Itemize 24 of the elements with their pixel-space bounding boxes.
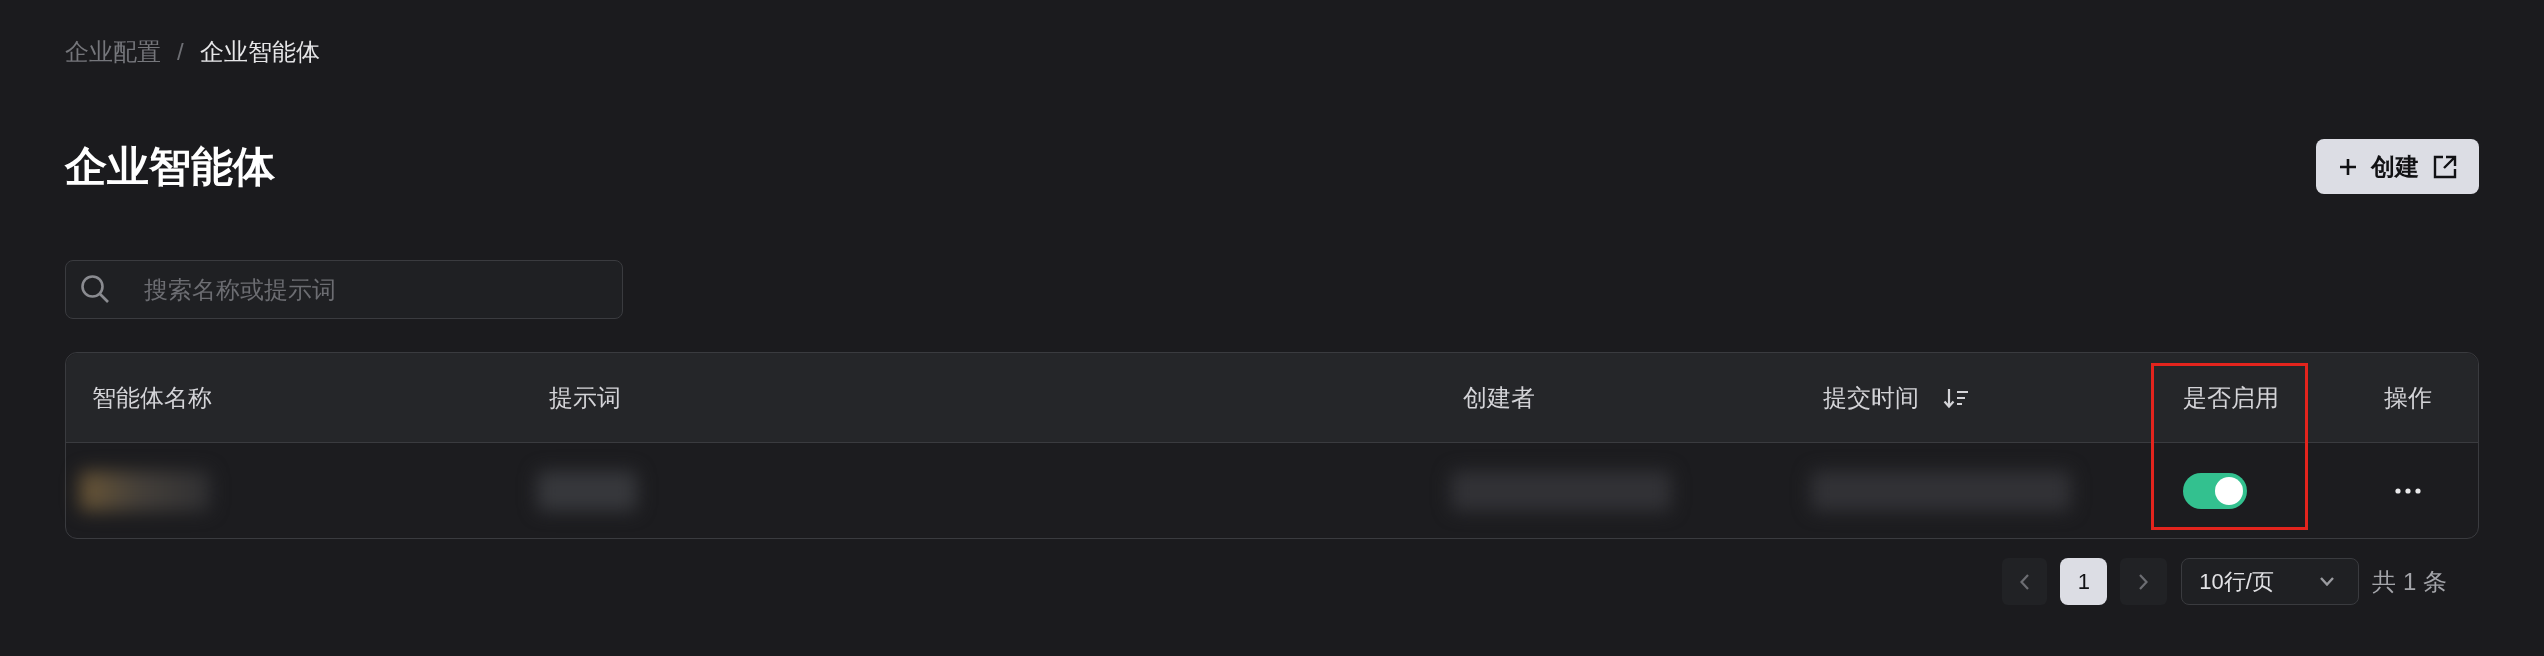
search-field[interactable]: 搜索名称或提示词 xyxy=(65,260,623,319)
column-header: 操作 xyxy=(2384,382,2432,413)
column-header: 是否启用 xyxy=(2183,382,2279,413)
chevron-right-icon xyxy=(2139,573,2149,590)
column-header: 创建者 xyxy=(1463,382,1535,413)
page-size-select[interactable]: 10行/页 xyxy=(2181,558,2360,605)
page-title: 企业智能体 xyxy=(65,142,275,192)
sort-icon[interactable] xyxy=(1943,386,1969,409)
chevron-left-icon xyxy=(2020,573,2030,590)
plus-icon xyxy=(2338,157,2357,176)
external-link-icon xyxy=(2432,154,2457,179)
breadcrumb-link[interactable]: 企业配置 xyxy=(65,38,161,66)
more-icon xyxy=(2395,487,2421,494)
column-header: 提交时间 xyxy=(1823,382,1919,413)
breadcrumb-separator: / xyxy=(177,38,184,66)
column-header: 智能体名称 xyxy=(92,382,212,413)
search-icon xyxy=(80,274,110,304)
column-header: 提示词 xyxy=(549,382,621,413)
breadcrumb-link[interactable]: 企业智能体 xyxy=(199,38,320,66)
create-button[interactable]: 创建 xyxy=(2316,139,2479,194)
enable-toggle[interactable] xyxy=(2183,472,2247,509)
total-count: 共 1 条 xyxy=(2372,566,2447,597)
page-button[interactable]: 1 xyxy=(2060,558,2108,605)
chevron-down-icon xyxy=(2320,577,2335,586)
